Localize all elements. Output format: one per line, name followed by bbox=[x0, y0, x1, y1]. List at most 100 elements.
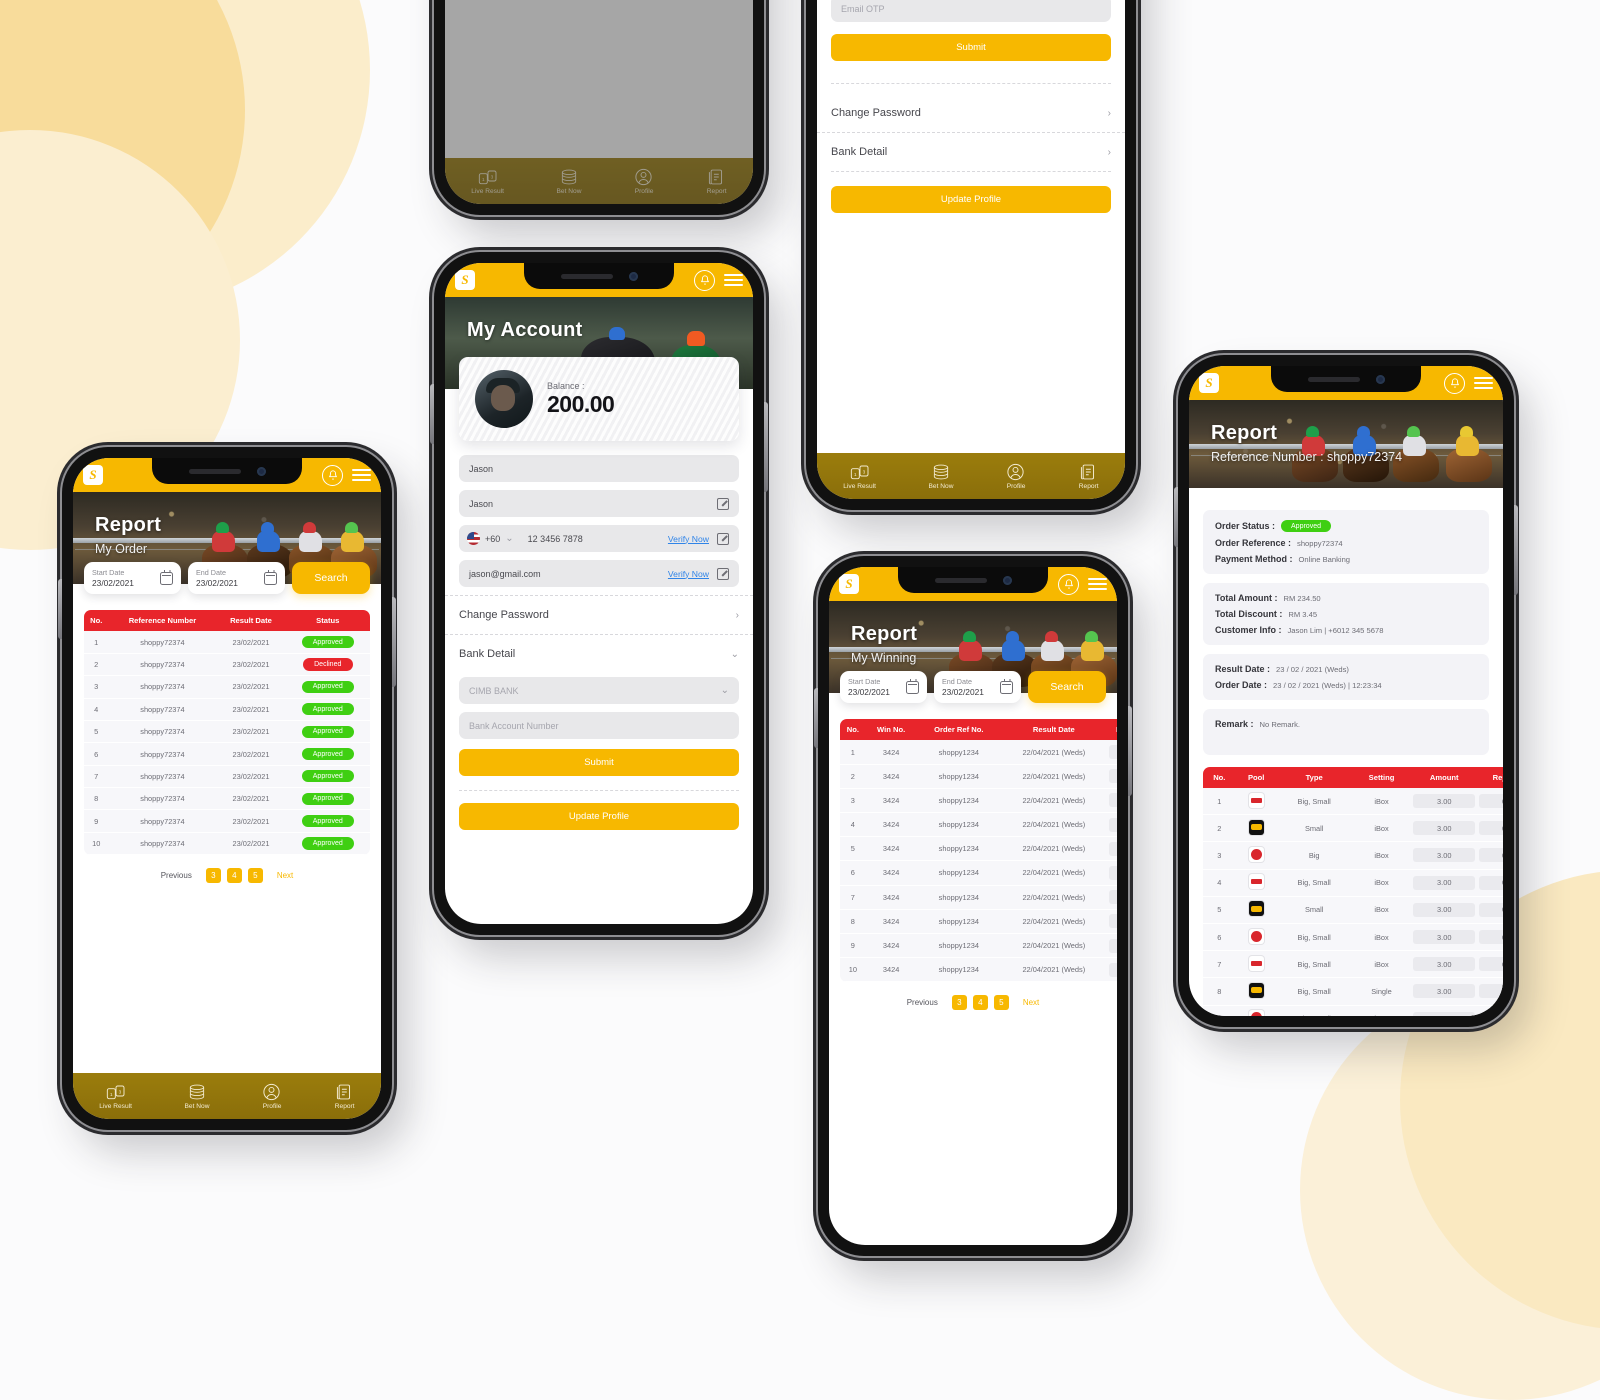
table-row[interactable]: 3 BigiBox3.000 bbox=[1203, 841, 1503, 870]
submit-button[interactable]: Submit bbox=[831, 34, 1111, 61]
bank-detail-row[interactable]: Bank Detail ⌄ bbox=[445, 634, 753, 673]
table-row[interactable]: 9 Big, SmalliBox3.000 bbox=[1203, 1005, 1503, 1016]
table-row[interactable]: 7 Big, SmalliBox3.000 bbox=[1203, 950, 1503, 979]
table-row[interactable]: 33424shoppy123422/04/2021 (Weds)3.0 bbox=[840, 788, 1117, 814]
calendar-icon[interactable] bbox=[1000, 678, 1013, 694]
verify-phone-link[interactable]: Verify Now bbox=[668, 534, 709, 544]
table-row[interactable]: 3 shoppy72374 23/02/2021 Approved bbox=[84, 675, 370, 699]
submit-button[interactable]: Submit bbox=[459, 749, 739, 776]
brand-logo-icon[interactable]: S bbox=[455, 270, 475, 290]
name-field[interactable]: Jason bbox=[459, 455, 739, 482]
end-date-input[interactable]: End Date 23/02/2021 bbox=[934, 671, 1021, 704]
nav-item-report[interactable]: Report bbox=[1079, 463, 1099, 490]
nav-item-live-result[interactable]: 1 3 Live Result bbox=[471, 168, 504, 195]
table-row[interactable]: 4 shoppy72374 23/02/2021 Approved bbox=[84, 698, 370, 721]
notification-bell-icon[interactable] bbox=[322, 464, 343, 486]
nav-item-bet-now[interactable]: Bet Now bbox=[557, 168, 581, 195]
brand-logo-icon[interactable]: S bbox=[1199, 373, 1219, 393]
table-row[interactable]: 63424shoppy123422/04/2021 (Weds)3.0 bbox=[840, 860, 1117, 886]
table-row[interactable]: 83424shoppy123422/04/2021 (Weds)3.0 bbox=[840, 909, 1117, 934]
notification-bell-icon[interactable] bbox=[1058, 573, 1079, 595]
pagination-page[interactable]: 4 bbox=[226, 868, 242, 884]
cell-amount: 3.00 bbox=[1411, 814, 1478, 843]
nav-item-live-result[interactable]: 1 3 Live Result bbox=[99, 1083, 132, 1110]
name-value: Jason bbox=[469, 463, 494, 474]
table-row[interactable]: 5 SmalliBox3.000 bbox=[1203, 896, 1503, 924]
change-password-row[interactable]: Change Password › bbox=[445, 595, 753, 634]
update-profile-button[interactable]: Update Profile bbox=[459, 803, 739, 830]
bank-select[interactable]: CIMB BANK ⌄ bbox=[459, 677, 739, 704]
pagination-previous[interactable]: Previous bbox=[907, 998, 938, 1007]
table-row[interactable]: 7 shoppy72374 23/02/2021 Approved bbox=[84, 765, 370, 789]
nav-item-profile[interactable]: Profile bbox=[634, 168, 654, 195]
table-row[interactable]: 53424shoppy123422/04/2021 (Weds)3.0 bbox=[840, 836, 1117, 862]
nav-item-profile[interactable]: Profile bbox=[1006, 463, 1026, 490]
table-row[interactable]: 6 Big, SmalliBox3.000 bbox=[1203, 923, 1503, 952]
edit-icon[interactable] bbox=[717, 567, 729, 580]
edit-icon[interactable] bbox=[717, 532, 729, 545]
pagination-next[interactable]: Next bbox=[1023, 998, 1039, 1007]
table-row[interactable]: 5 shoppy72374 23/02/2021 Approved bbox=[84, 720, 370, 744]
menu-hamburger-icon[interactable] bbox=[1474, 376, 1493, 390]
table-row[interactable]: 43424shoppy123422/04/2021 (Weds)3.0 bbox=[840, 812, 1117, 838]
verify-email-link[interactable]: Verify Now bbox=[668, 569, 709, 579]
change-password-row[interactable]: Change Password › bbox=[817, 94, 1125, 132]
table-row[interactable]: 13424shoppy123422/04/2021 (Weds)3.0 bbox=[840, 740, 1117, 765]
table-row[interactable]: 10 shoppy72374 23/02/2021 Approved bbox=[84, 832, 370, 856]
pagination-page[interactable]: 5 bbox=[993, 995, 1009, 1011]
pagination-page[interactable]: 5 bbox=[247, 868, 263, 884]
nav-item-report[interactable]: Report bbox=[335, 1083, 355, 1110]
avatar[interactable] bbox=[475, 370, 533, 428]
email-otp-input[interactable]: Email OTP bbox=[831, 0, 1111, 22]
brand-logo-icon[interactable]: S bbox=[839, 574, 859, 594]
calendar-icon[interactable] bbox=[906, 678, 919, 694]
table-row[interactable]: 73424shoppy123422/04/2021 (Weds)3.0 bbox=[840, 885, 1117, 910]
menu-hamburger-icon[interactable] bbox=[352, 468, 371, 482]
pagination-page[interactable]: 3 bbox=[205, 868, 221, 884]
search-button[interactable]: Search bbox=[1028, 671, 1106, 704]
nav-item-profile[interactable]: Profile bbox=[262, 1083, 282, 1110]
bank-account-input[interactable]: Bank Account Number bbox=[459, 712, 739, 739]
notification-bell-icon[interactable] bbox=[1444, 372, 1465, 394]
table-row[interactable]: 8 Big, SmallSingle3.000 bbox=[1203, 977, 1503, 1006]
pagination-previous[interactable]: Previous bbox=[161, 871, 192, 880]
table-row[interactable]: 1 Big, SmalliBox3.000 bbox=[1203, 788, 1503, 816]
table-row[interactable]: 23424shoppy123422/04/2021 (Weds)3.0 bbox=[840, 764, 1117, 789]
cell-setting: iBox bbox=[1351, 1005, 1412, 1016]
table-row[interactable]: 6 shoppy72374 23/02/2021 Approved bbox=[84, 742, 370, 766]
menu-hamburger-icon[interactable] bbox=[724, 273, 743, 287]
cell-date: 23/02/2021 bbox=[216, 787, 286, 811]
table-row[interactable]: 103424shoppy123422/04/2021 (Weds)3.0 bbox=[840, 957, 1117, 983]
table-row[interactable]: 2 shoppy72374 23/02/2021 Declined bbox=[84, 653, 370, 677]
end-date-input[interactable]: End Date 23/02/2021 bbox=[188, 562, 285, 595]
brand-logo-icon[interactable]: S bbox=[83, 465, 103, 485]
bank-detail-row[interactable]: Bank Detail › bbox=[817, 132, 1125, 171]
calendar-icon[interactable] bbox=[160, 569, 173, 585]
pagination-page[interactable]: 4 bbox=[972, 995, 988, 1011]
nav-item-live-result[interactable]: 1 3 Live Result bbox=[843, 463, 876, 490]
phone-field[interactable]: +60 ⌄ 12 3456 7878 Verify Now bbox=[459, 525, 739, 552]
menu-hamburger-icon[interactable] bbox=[1088, 577, 1107, 591]
calendar-icon[interactable] bbox=[264, 569, 277, 585]
notification-bell-icon[interactable] bbox=[694, 269, 715, 291]
nav-item-report[interactable]: Report bbox=[707, 168, 727, 195]
pagination-next[interactable]: Next bbox=[277, 871, 293, 880]
table-row[interactable]: 2 SmalliBox3.000 bbox=[1203, 814, 1503, 843]
start-date-input[interactable]: Start Date 23/02/2021 bbox=[840, 671, 927, 704]
update-profile-button[interactable]: Update Profile bbox=[831, 186, 1111, 213]
table-row[interactable]: 8 shoppy72374 23/02/2021 Approved bbox=[84, 787, 370, 811]
table-row[interactable]: 9 shoppy72374 23/02/2021 Approved bbox=[84, 809, 370, 833]
cell-result-date: 22/04/2021 (Weds) bbox=[1001, 957, 1107, 983]
username-field[interactable]: Jason bbox=[459, 490, 739, 517]
start-date-input[interactable]: Start Date 23/02/2021 bbox=[84, 562, 181, 595]
table-row[interactable]: 93424shoppy123422/04/2021 (Weds)3.0 bbox=[840, 933, 1117, 959]
table-row[interactable]: 4 Big, SmalliBox3.000 bbox=[1203, 869, 1503, 897]
table-row[interactable]: 1 shoppy72374 23/02/2021 Approved bbox=[84, 631, 370, 654]
email-field[interactable]: jason@gmail.com Verify Now bbox=[459, 560, 739, 587]
search-button[interactable]: Search bbox=[292, 562, 370, 595]
chevron-down-icon[interactable]: ⌄ bbox=[505, 533, 513, 544]
pagination-page[interactable]: 3 bbox=[951, 995, 967, 1011]
nav-item-bet-now[interactable]: Bet Now bbox=[929, 463, 953, 490]
edit-icon[interactable] bbox=[717, 497, 729, 510]
nav-item-bet-now[interactable]: Bet Now bbox=[185, 1083, 209, 1110]
